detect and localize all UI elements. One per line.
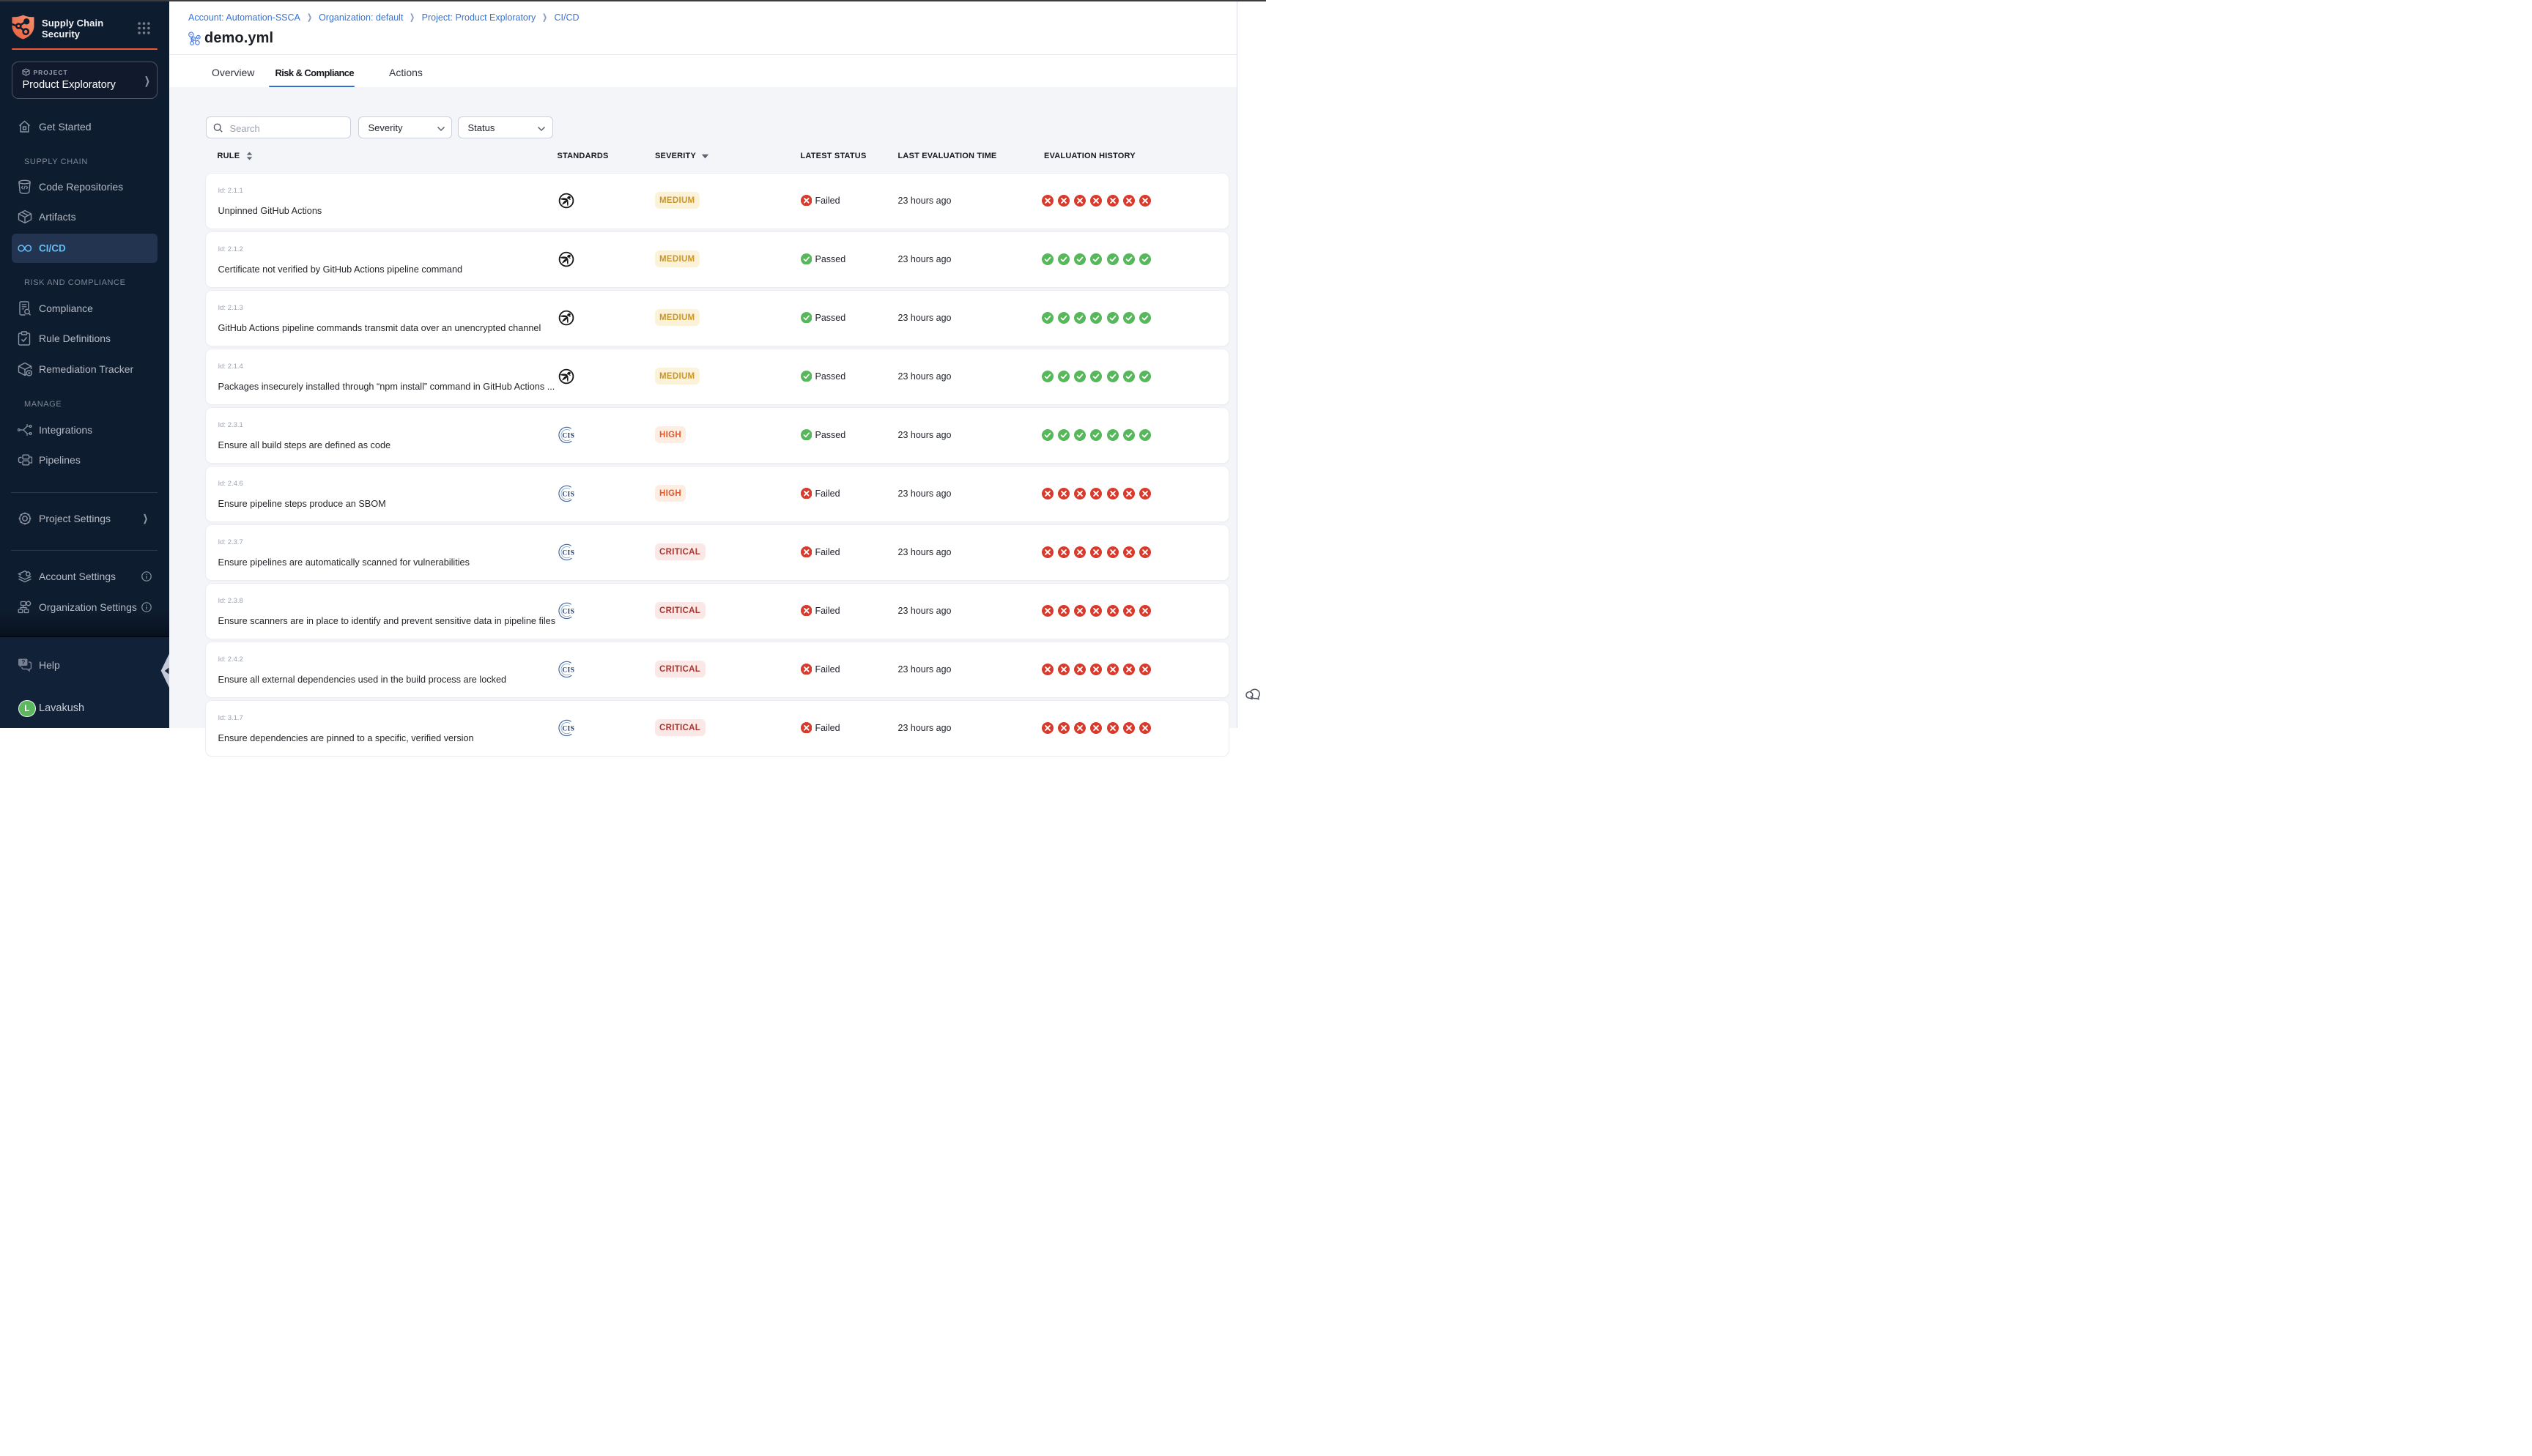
svg-text:?: ? bbox=[21, 658, 25, 666]
